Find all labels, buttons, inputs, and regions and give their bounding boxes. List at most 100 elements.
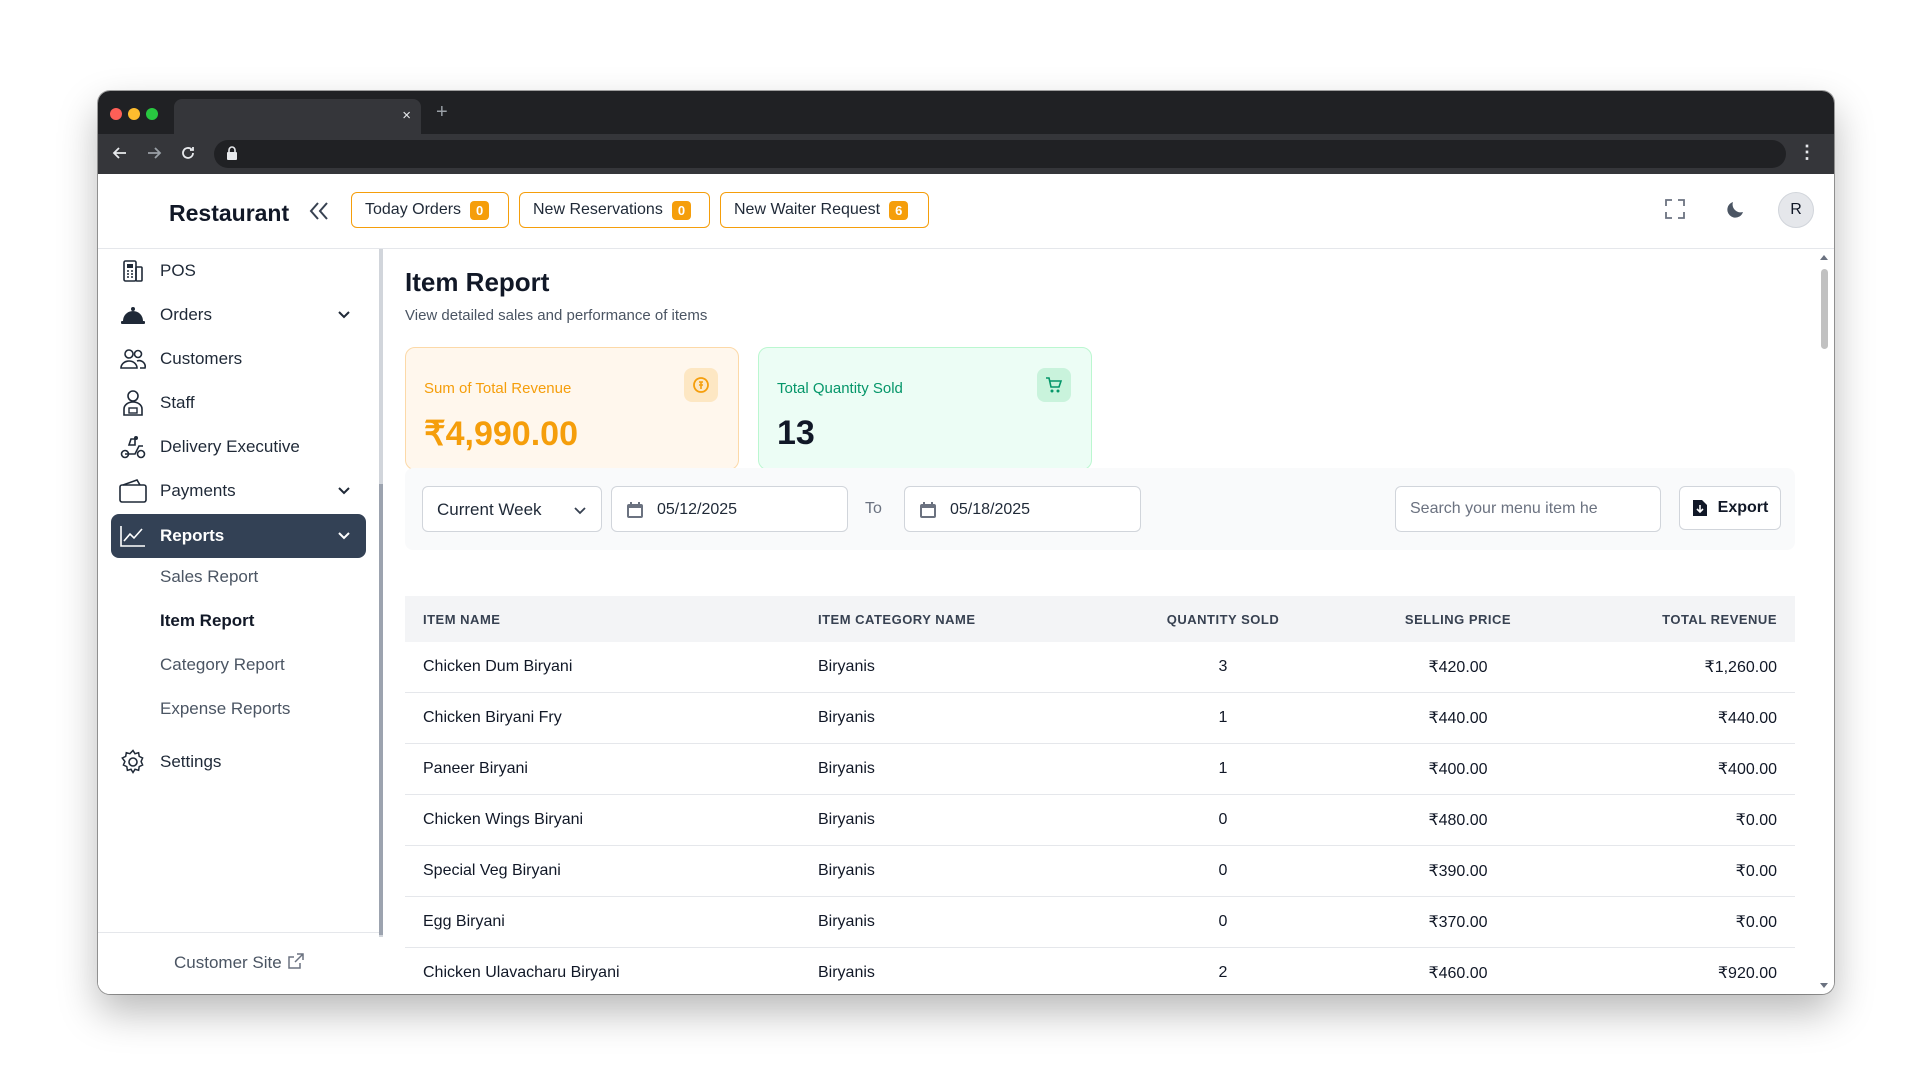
table-row: Paneer Biryani Biryanis 1 ₹400.00 ₹400.0… [405,743,1795,795]
sidebar: POS Orders Customers Staff Delivery Exec… [98,249,381,994]
selling-price-cell: ₹370.00 [1328,896,1588,948]
sidebar-item-staff[interactable]: Staff [111,381,366,425]
calendar-icon [920,502,936,518]
chart-line-icon [118,525,148,547]
new-reservations-chip[interactable]: New Reservations 0 [519,192,710,228]
app: Restaurant Today Orders 0 New Reservatio… [98,174,1834,994]
sidebar-item-label: Staff [160,393,195,412]
card-value: ₹4,990.00 [424,415,578,453]
pos-icon [118,259,148,283]
export-button[interactable]: Export [1679,486,1781,530]
close-window-dot[interactable] [110,108,122,120]
browser-tab-strip: × + [98,91,1834,134]
sidebar-item-label: Settings [160,752,222,771]
browser-tab[interactable]: × [174,99,421,134]
today-orders-chip[interactable]: Today Orders 0 [351,192,509,228]
sidebar-subitem-item-report[interactable]: Item Report [160,611,254,631]
sidebar-subitem-category-report[interactable]: Category Report [160,655,285,675]
staff-icon [118,390,148,416]
page-subtitle: View detailed sales and performance of i… [405,307,708,324]
sidebar-item-label: Customers [160,349,243,368]
page-title: Item Report [405,267,550,297]
fullscreen-icon[interactable] [1664,198,1686,220]
item-category-cell: Biryanis [818,845,1118,897]
main-scrollbar-thumb[interactable] [1821,269,1828,349]
start-date-input[interactable]: 05/12/2025 [611,486,848,532]
card-label: Sum of Total Revenue [424,380,572,397]
item-name-cell: Chicken Wings Biryani [405,794,818,846]
main-scrollbar[interactable] [1818,249,1830,994]
sidebar-item-settings[interactable]: Settings [111,740,366,784]
scroll-up-arrow-icon[interactable] [1818,252,1830,262]
table-row: Egg Biryani Biryanis 0 ₹370.00 ₹0.00 [405,896,1795,948]
sidebar-item-label: Orders [160,305,212,324]
sidebar-item-customers[interactable]: Customers [111,337,366,381]
sidebar-subitem-sales-report[interactable]: Sales Report [160,567,258,587]
chevron-down-icon [338,532,350,540]
selling-price-cell: ₹390.00 [1328,845,1588,897]
count-badge: 6 [889,200,909,220]
address-bar[interactable] [214,140,1786,168]
total-revenue-cell: ₹400.00 [1588,743,1795,795]
reload-icon[interactable] [180,145,196,161]
column-header-item-category-name[interactable]: ITEM CATEGORY NAME [818,596,1118,642]
customer-site-link[interactable]: Customer Site [174,953,305,973]
browser-menu-icon[interactable]: ⋮ [1798,142,1816,163]
chip-label: Today Orders [365,201,462,218]
user-avatar[interactable]: R [1778,192,1814,228]
item-category-cell: Biryanis [818,794,1118,846]
item-name-cell: Chicken Dum Biryani [405,642,818,693]
sidebar-item-payments[interactable]: Payments [111,469,366,513]
selling-price-cell: ₹480.00 [1328,794,1588,846]
dark-mode-moon-icon[interactable] [1725,198,1747,220]
new-tab-icon[interactable]: + [436,101,448,124]
period-select[interactable]: Current Week [422,486,602,532]
quantity-sold-cell: 0 [1118,845,1328,897]
external-link-icon [288,953,305,969]
chevron-down-icon [574,507,586,515]
delivery-scooter-icon [118,435,148,459]
column-header-item-name[interactable]: ITEM NAME [405,596,818,642]
item-name-cell: Paneer Biryani [405,743,818,795]
selling-price-cell: ₹400.00 [1328,743,1588,795]
chevron-down-icon [338,487,350,495]
sidebar-item-reports[interactable]: Reports [111,514,366,558]
item-name-cell: Chicken Biryani Fry [405,692,818,744]
sidebar-item-label: Payments [160,481,236,500]
quantity-sold-cell: 0 [1118,896,1328,948]
item-category-cell: Biryanis [818,642,1118,693]
sidebar-scrollbar[interactable] [379,249,383,937]
sidebar-item-delivery-executive[interactable]: Delivery Executive [111,425,366,469]
sidebar-subitem-expense-reports[interactable]: Expense Reports [160,699,290,719]
maximize-window-dot[interactable] [146,108,158,120]
column-header-quantity-sold[interactable]: QUANTITY SOLD [1118,596,1328,642]
total-revenue-card: Sum of Total Revenue ₹4,990.00 [405,347,739,470]
scroll-down-arrow-icon[interactable] [1818,981,1830,991]
end-date-value: 05/18/2025 [950,501,1031,518]
users-icon [118,348,148,370]
table-row: Chicken Biryani Fry Biryanis 1 ₹440.00 ₹… [405,692,1795,744]
sidebar-footer: Customer Site [98,932,381,994]
collapse-sidebar-icon[interactable] [308,201,330,221]
chip-label: New Reservations [533,201,663,218]
minimize-window-dot[interactable] [128,108,140,120]
column-header-selling-price[interactable]: SELLING PRICE [1328,596,1588,642]
sidebar-item-label: Reports [160,526,225,545]
sidebar-item-orders[interactable]: Orders [111,293,366,337]
new-waiter-request-chip[interactable]: New Waiter Request 6 [720,192,929,228]
column-header-total-revenue[interactable]: TOTAL REVENUE [1588,596,1795,642]
sidebar-item-pos[interactable]: POS [111,249,366,293]
lock-icon [227,146,237,160]
item-report-table: ITEM NAME ITEM CATEGORY NAME QUANTITY SO… [405,596,1795,994]
end-date-input[interactable]: 05/18/2025 [904,486,1141,532]
forward-arrow-icon[interactable] [146,145,162,161]
back-arrow-icon[interactable] [112,145,128,161]
total-revenue-cell: ₹1,260.00 [1588,642,1795,693]
export-label: Export [1717,499,1769,516]
wallet-icon [118,479,148,503]
tab-close-icon[interactable]: × [402,107,411,125]
sidebar-scrollbar-thumb[interactable] [379,484,383,935]
quantity-sold-cell: 0 [1118,794,1328,846]
menu-item-search-input[interactable] [1395,486,1661,532]
card-value: 13 [777,414,815,452]
